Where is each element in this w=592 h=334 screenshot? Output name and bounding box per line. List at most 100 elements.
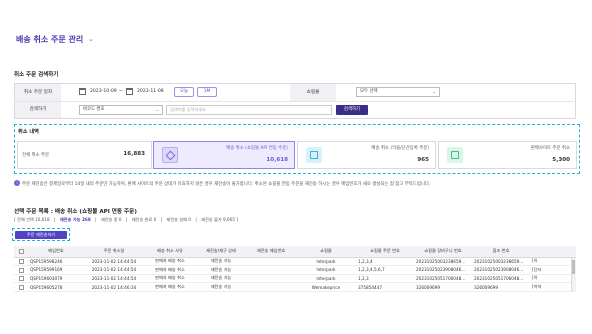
col-header: 재전송 매입번호 (246, 246, 296, 258)
mall-cart-number: 20231025051706048... (414, 274, 472, 284)
mall-name: Interpark (296, 257, 356, 267)
cancel-date: 2023-11-02 14:44:54 (84, 257, 144, 267)
row-checkbox[interactable] (14, 257, 28, 267)
one-month-button[interactable]: 1M (197, 87, 217, 97)
api-cancel-value: 10,618 (266, 157, 288, 163)
resend-status: 재전송 가능 (196, 274, 246, 284)
mall-cart-number: 20231025023908046... (414, 265, 472, 275)
filter-sep: | (95, 217, 97, 222)
cancel-summary-title: 취소 내역 (18, 129, 39, 135)
table-row[interactable]: QSP159603079 2023-11-02 14:44:54 판매자 배송 … (14, 274, 576, 284)
scrollbar-thumb[interactable] (572, 260, 575, 274)
cancel-reason: 판매자 배송 취소 (144, 282, 196, 292)
filter-sep: | (160, 217, 163, 222)
receipt-number: 326009699 (472, 282, 530, 292)
site-cancel-label: 판매사이트 주문 취소 (530, 146, 570, 151)
keyword-type-select[interactable]: 바코드 번호 ⌄ (79, 105, 163, 115)
filter-resendable[interactable]: 재전송 가능 268 (60, 217, 91, 222)
mall-select[interactable]: 모두 선택 ⌄ (356, 87, 440, 97)
list-icon (306, 147, 322, 163)
filter-resending[interactable]: 재전송 중 0 (101, 217, 122, 222)
filter-sep: | (125, 217, 128, 222)
col-header: 배송 취소 사유 (144, 246, 196, 258)
extra-cell: [어하 (530, 282, 576, 292)
chevron-down-icon[interactable]: ⌄ (88, 35, 94, 43)
filter-failed[interactable]: 재전송 실패 0 (166, 217, 191, 222)
table-row[interactable]: QSP159598246 2023-11-02 14:44:54 판매자 배송 … (14, 257, 576, 267)
api-cancel-card[interactable]: 배송 취소 (쇼핑몰 API 연동 주문) 10,618 (153, 141, 295, 169)
col-header: 주문 취소일 (84, 246, 144, 258)
resend-status: 재전송 가능 (196, 265, 246, 275)
manual-cancel-card[interactable]: 배송 취소 (막을/단건등록 주문) 965 (297, 141, 436, 169)
resend-purchase-number (246, 257, 296, 267)
search-button[interactable]: 검색하기 (336, 105, 368, 115)
col-header: 접조 번호 (472, 246, 530, 258)
title-bar (0, 0, 592, 62)
divider (14, 101, 576, 102)
manual-cancel-label: 배송 취소 (막을/단건등록 주문) (371, 146, 429, 151)
total-cancel-label: 전체 취소 주문 (22, 153, 50, 158)
resend-status: 재전송 가능 (196, 257, 246, 267)
cancel-date: 2023-11-02 14:44:54 (84, 265, 144, 275)
table-row[interactable]: QSP159599169 2023-11-02 14:44:54 판매자 배송 … (14, 265, 576, 275)
filter-unavailable[interactable]: 재전송 불가 9,665 ] (201, 217, 238, 222)
col-header: 재전송/재구 상태 (196, 246, 246, 258)
mall-order-number: 1,2,3 (356, 274, 414, 284)
table-header-row: 매입번호 주문 취소일 배송 취소 사유 재전송/재구 상태 재전송 매입번호 … (14, 246, 576, 258)
cancel-reason: 판매자 배송 취소 (144, 257, 196, 267)
mall-select-value: 모두 선택 (360, 89, 378, 94)
cancel-reason: 판매자 배송 취소 (144, 265, 196, 275)
col-header: 쇼핑몰 장바구니 번호 (414, 246, 472, 258)
resend-status: 재전송 가능 (196, 282, 246, 292)
keyword-input[interactable]: 검색어를 입력하세요 (166, 105, 332, 115)
info-text: 주문 재전송은 결제일로부터 14일 내의 주문만 가능하며, 판매 사이트의 … (22, 182, 431, 187)
page-title: 배송 취소 주문 관리 (16, 35, 84, 44)
extra-cell: [이 (530, 257, 576, 267)
row-checkbox[interactable] (14, 274, 28, 284)
site-cancel-value: 5,300 (552, 157, 570, 163)
table-row[interactable]: QSP159605278 2023-11-02 14:46:34 판매자 배송 … (14, 282, 576, 292)
mall-order-number: 1,2,3,4,5,6,7 (356, 265, 414, 275)
manual-cancel-value: 965 (417, 157, 429, 163)
col-header (530, 246, 576, 258)
resend-purchase-number (246, 265, 296, 275)
date-from[interactable]: 2023-10-09 (90, 89, 117, 94)
receipt-number: 20231025051706048... (472, 274, 530, 284)
mall-order-number: 1,2,3,4 (356, 257, 414, 267)
chevron-down-icon: ⌄ (155, 107, 159, 112)
site-cancel-card[interactable]: 판매사이트 주문 취소 5,300 (438, 141, 577, 169)
receipt-number: 20231025003238659... (472, 257, 530, 267)
keyword-label: 검색하기 (15, 102, 61, 118)
mall-name: Wemakeprice (296, 282, 356, 292)
filter-sep: | (54, 217, 56, 222)
cancel-date: 2023-11-02 14:44:54 (84, 274, 144, 284)
keyword-type-value: 바코드 번호 (83, 107, 105, 112)
resend-purchase-number (246, 274, 296, 284)
calendar-icon[interactable] (79, 88, 86, 95)
purchase-number: QSP159598246 (28, 257, 84, 267)
purchase-number: QSP159599169 (28, 265, 84, 275)
row-checkbox[interactable] (14, 282, 28, 292)
date-to[interactable]: 2023-11-08 (137, 89, 164, 94)
cancel-date: 2023-11-02 14:46:34 (84, 282, 144, 292)
select-all-checkbox[interactable] (14, 246, 28, 258)
mall-cart-number: 326009699 (414, 282, 472, 292)
extra-cell: [딘터 (530, 265, 576, 275)
col-header: 쇼핑몰 주문 번호 (356, 246, 414, 258)
date-label: 취소 주문 일자 (15, 84, 61, 101)
resend-order-button[interactable]: 주문 재전송하기 (15, 231, 67, 239)
filter-resent[interactable]: 재전송 완료 0 (132, 217, 157, 222)
cube-icon (447, 147, 463, 163)
calendar-icon[interactable] (126, 88, 133, 95)
mall-order-number: 375854447 (356, 282, 414, 292)
filter-all[interactable]: [ 전체 선택 10,618 (14, 217, 50, 222)
purchase-number: QSP159603079 (28, 274, 84, 284)
mall-name: Interpark (296, 265, 356, 275)
list-title: 선택 주문 목록 : 배송 취소 (쇼핑몰 API 연동 주문) (14, 209, 137, 215)
box-icon (162, 147, 178, 163)
today-button[interactable]: 오늘 (174, 87, 194, 97)
total-cancel-card[interactable]: 전체 취소 주문 16,883 (17, 141, 152, 169)
row-checkbox[interactable] (14, 265, 28, 275)
filter-sep: | (195, 217, 197, 222)
resend-purchase-number (246, 282, 296, 292)
